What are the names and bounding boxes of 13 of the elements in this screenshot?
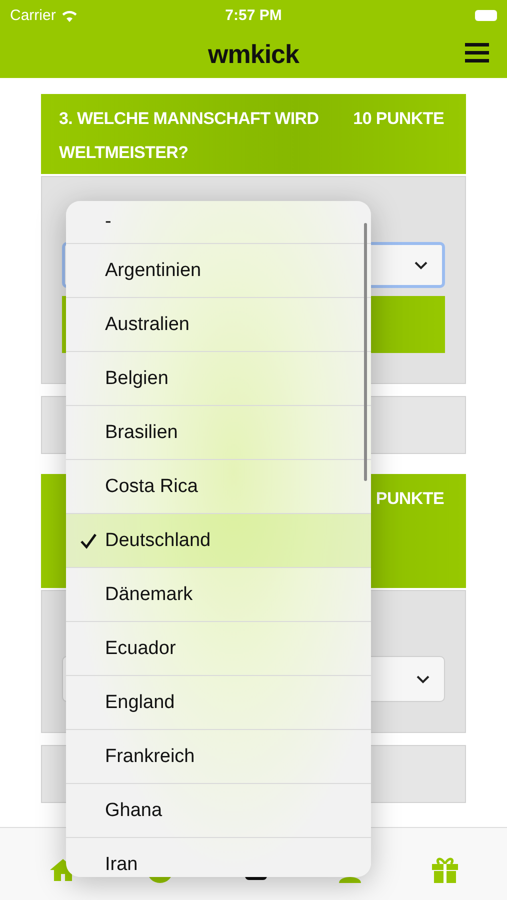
dropdown-option[interactable]: Ghana	[66, 784, 371, 838]
app-logo: wmkick	[208, 38, 299, 70]
status-time: 7:57 PM	[225, 6, 282, 24]
dropdown-option[interactable]: Deutschland	[66, 514, 371, 568]
question-title: 3. WELCHE MANNSCHAFT WIRD WELTMEISTER?	[59, 108, 320, 164]
dropdown-option[interactable]: England	[66, 676, 371, 730]
points-label: PUNKTE	[376, 488, 444, 510]
dropdown-option[interactable]: Ecuador	[66, 622, 371, 676]
carrier-label: Carrier	[10, 6, 56, 24]
dropdown-option[interactable]: Dänemark	[66, 568, 371, 622]
dropdown-option[interactable]: Iran	[66, 838, 371, 877]
points-label: 10 PUNKTE	[353, 108, 444, 130]
dropdown-option[interactable]: Frankreich	[66, 730, 371, 784]
